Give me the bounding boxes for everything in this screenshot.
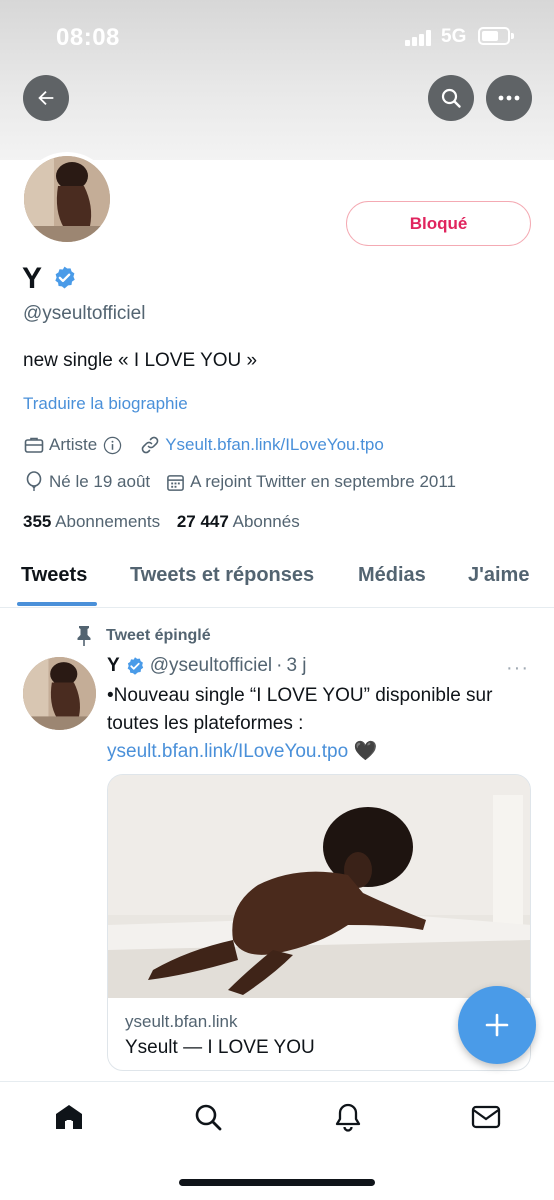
calendar-icon	[164, 471, 186, 493]
tweet-avatar[interactable]	[23, 657, 96, 730]
translate-bio-link[interactable]: Traduire la biographie	[23, 394, 188, 414]
profile-bio: new single « I LOVE YOU »	[23, 350, 258, 371]
pin-icon	[77, 626, 91, 646]
profile-meta-row-2: Né le 19 août A rejoint Twitter en septe…	[23, 470, 456, 494]
cellular-signal-icon	[405, 30, 433, 46]
notifications-bell-icon	[335, 1103, 361, 1132]
tweet-avatar-photo	[23, 657, 96, 730]
profile-avatar[interactable]	[20, 152, 114, 246]
tab-tweets-and-replies[interactable]: Tweets et réponses	[130, 564, 314, 587]
arrow-left-icon	[38, 90, 54, 106]
network-type: 5G	[441, 26, 467, 47]
following-count: 355	[23, 512, 52, 531]
tweet-text-body: •Nouveau single “I LOVE YOU” disponible …	[107, 685, 493, 734]
card-title: Yseult — I LOVE YOU	[125, 1037, 315, 1058]
info-icon[interactable]	[101, 434, 123, 456]
balloon-icon	[23, 471, 45, 493]
nav-search[interactable]	[192, 1101, 224, 1133]
tweet-separator: ·	[276, 655, 283, 676]
tweet-more-button[interactable]: ···	[506, 657, 529, 680]
status-bar: 08:08 5G	[0, 0, 554, 70]
following-link[interactable]: 355 Abonnements	[23, 512, 160, 531]
profile-category: Artiste	[49, 435, 98, 454]
card-image	[108, 775, 530, 998]
tab-likes[interactable]: J'aime	[468, 564, 529, 587]
profile-tabs: Tweets Tweets et réponses Médias J'aime	[0, 556, 554, 608]
tab-media[interactable]: Médias	[358, 564, 426, 587]
tweet-author-name[interactable]: Y	[107, 655, 120, 677]
profile-joined-date: A rejoint Twitter en septembre 2011	[190, 472, 456, 491]
home-icon	[56, 1105, 82, 1129]
profile-birthday: Né le 19 août	[49, 472, 151, 491]
compose-tweet-button[interactable]	[458, 986, 536, 1064]
card-domain: yseult.bfan.link	[125, 1012, 238, 1031]
profile-handle: @yseultofficiel	[23, 303, 146, 324]
tweet-link[interactable]: yseult.bfan.link/ILoveYou.tpo	[107, 741, 348, 762]
followers-count: 27 447	[176, 512, 229, 531]
ellipsis-icon	[498, 95, 520, 101]
search-icon	[195, 1104, 222, 1131]
nav-notifications[interactable]	[332, 1101, 364, 1133]
tweet-header: Y @yseultofficiel · 3 j	[107, 655, 307, 677]
profile-display-name: Y	[22, 262, 43, 295]
briefcase-icon	[23, 434, 45, 456]
messages-envelope-icon	[471, 1105, 501, 1129]
follow-stats: 355 Abonnements 27 447 Abonnés	[23, 512, 300, 532]
search-icon	[441, 88, 461, 108]
nav-messages[interactable]	[470, 1101, 502, 1133]
profile-website-link[interactable]: Yseult.bfan.link/ILoveYou.tpo	[165, 435, 384, 455]
search-button[interactable]	[428, 75, 474, 121]
tab-tweets[interactable]: Tweets	[21, 564, 87, 587]
verified-badge-icon	[127, 657, 143, 675]
followers-link[interactable]: 27 447 Abonnés	[177, 512, 300, 531]
avatar-photo	[24, 156, 110, 242]
link-icon	[139, 434, 161, 456]
back-button[interactable]	[23, 75, 69, 121]
followers-label: Abonnés	[232, 512, 300, 531]
tweet-time: 3 j	[286, 655, 307, 676]
battery-icon	[478, 27, 514, 45]
tweet-text: •Nouveau single “I LOVE YOU” disponible …	[107, 682, 537, 766]
pinned-text: Tweet épinglé	[106, 627, 211, 644]
verified-badge-icon	[55, 266, 75, 289]
following-label: Abonnements	[55, 512, 161, 531]
tweet-author-handle[interactable]: @yseultofficiel	[150, 655, 272, 677]
more-options-button[interactable]	[486, 75, 532, 121]
status-time: 08:08	[56, 24, 120, 51]
profile-meta-row-1: Artiste Yseult.bfan.link/ILoveYou.tpo	[23, 433, 384, 457]
active-tab-indicator	[17, 602, 97, 606]
tweet-emoji: 🖤	[348, 741, 378, 762]
blocked-button[interactable]: Bloqué	[346, 201, 531, 246]
plus-icon	[485, 1013, 509, 1037]
home-indicator	[179, 1179, 375, 1186]
nav-home[interactable]	[53, 1101, 85, 1133]
pinned-tweet-label: Tweet épinglé	[76, 625, 211, 647]
